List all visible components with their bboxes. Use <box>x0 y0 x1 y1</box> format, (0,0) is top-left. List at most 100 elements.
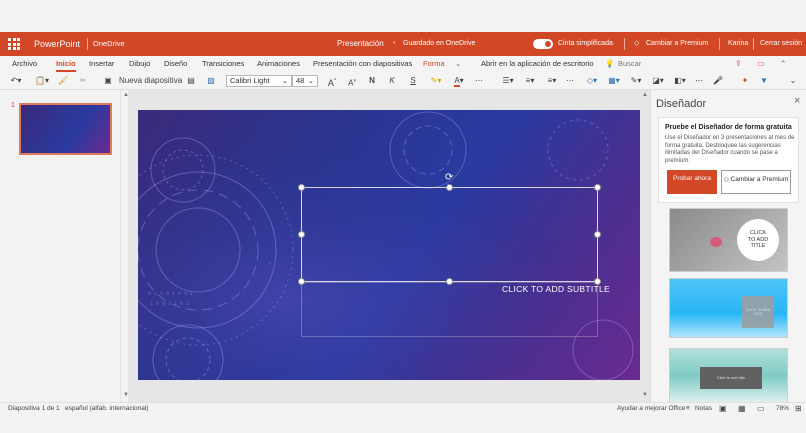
close-icon[interactable]: × <box>794 95 800 107</box>
scroll-up-icon[interactable]: ▲ <box>123 92 129 98</box>
promo-card: Pruebe el Diseñador de forma gratuita Us… <box>658 117 799 203</box>
canvas-scroll-down-icon[interactable]: ▼ <box>642 392 648 398</box>
picture-icon[interactable]: ▨ <box>205 74 217 88</box>
shapes-icon[interactable]: ◇▾ <box>584 74 600 88</box>
resize-handle[interactable] <box>298 184 305 191</box>
reading-view-icon[interactable]: ▭ <box>757 403 765 415</box>
diamond-icon: ◇ <box>634 40 640 47</box>
slide[interactable]: 0 1 1 0 1 0 0 1 1 0 0 1 1 0 1 > CLICK TO… <box>138 110 640 380</box>
feedback-link[interactable]: Ayudar a mejorar Office <box>617 403 685 415</box>
shape-outline-icon[interactable]: ✎▾ <box>628 74 644 88</box>
open-desktop-app[interactable]: Abrir en la aplicación de escritorio <box>481 56 594 72</box>
layout-icon[interactable]: ▤ <box>185 74 197 88</box>
highlight-icon[interactable]: ✎▾ <box>428 74 444 88</box>
font-size-input[interactable]: 48 ⌄ <box>292 75 318 87</box>
dictate-icon[interactable]: 🎤 <box>712 74 724 88</box>
tab-inicio[interactable]: Inicio <box>56 56 76 72</box>
onedrive-link[interactable]: OneDrive <box>93 32 125 56</box>
italic-button[interactable]: K <box>387 74 397 88</box>
tab-forma[interactable]: Forma <box>423 56 445 72</box>
tab-dibujo[interactable]: Dibujo <box>129 56 150 72</box>
signout-link[interactable]: Cerrar sesión <box>760 32 802 56</box>
font-color-icon[interactable]: A▾ <box>451 74 467 88</box>
underline-button[interactable]: S <box>408 74 418 88</box>
chevron-down-icon[interactable]: ⌄ <box>455 56 461 72</box>
promo-title: Pruebe el Diseñador de forma gratuita <box>665 124 792 131</box>
design-idea-1[interactable]: CLICK TO ADD TITLE <box>669 208 788 272</box>
tab-insertar[interactable]: Insertar <box>89 56 114 72</box>
upgrade-premium-button[interactable]: ◇ Cambiar a Premium <box>721 170 791 194</box>
comment-icon[interactable]: ▼ <box>757 74 771 88</box>
slide-thumbnail-pane: 1 <box>0 90 118 402</box>
tab-animaciones[interactable]: Animaciones <box>257 56 300 72</box>
search-tell-me[interactable]: Buscar <box>618 56 641 72</box>
more-font-icon[interactable]: ⋯ <box>474 74 484 88</box>
ribbon-more-icon[interactable]: ⌃ <box>780 56 786 72</box>
resize-handle[interactable] <box>446 278 453 285</box>
shape-fill-icon[interactable]: ◪▾ <box>650 74 666 88</box>
paste-icon[interactable]: 📋▾ <box>35 74 49 88</box>
quick-styles-icon[interactable]: ◧▾ <box>672 74 688 88</box>
user-name[interactable]: Karina <box>728 32 748 56</box>
promo-text: Use el Diseñador en 3 presentaciones al … <box>665 135 795 164</box>
app-launcher-icon[interactable] <box>8 38 20 50</box>
design-idea-3[interactable]: Click to add title <box>669 348 788 404</box>
designer-button-icon[interactable]: ✦ <box>738 74 752 88</box>
designer-title: Diseñador <box>656 98 707 110</box>
font-decrease-button[interactable]: Av <box>346 74 358 88</box>
font-name-input[interactable]: Calibri Light ⌄ <box>226 75 292 87</box>
toolbar-overflow-icon[interactable]: ⌄ <box>786 74 800 88</box>
format-painter-icon[interactable]: 🖌 <box>58 74 68 88</box>
language-indicator[interactable]: español (alfab. internacional) <box>65 403 148 415</box>
resize-handle[interactable] <box>446 184 453 191</box>
more-paragraph-icon[interactable]: ⋯ <box>565 74 575 88</box>
fit-slide-icon[interactable]: ⊞ <box>795 403 802 415</box>
tab-archivo[interactable]: Archivo <box>12 56 37 72</box>
scroll-down-icon[interactable]: ▼ <box>123 392 129 398</box>
simplified-ribbon-toggle[interactable] <box>533 39 553 49</box>
undo-icon[interactable]: ↶▾ <box>9 74 23 88</box>
resize-handle[interactable] <box>594 231 601 238</box>
font-increase-button[interactable]: A^ <box>326 74 338 88</box>
thumbnail-scrollbar[interactable] <box>120 90 128 402</box>
zoom-level[interactable]: 78% <box>776 403 789 415</box>
try-now-button[interactable]: Probar ahora <box>667 170 717 194</box>
slide-thumbnail[interactable] <box>19 103 112 155</box>
tab-presentacion[interactable]: Presentación con diapositivas <box>313 56 412 72</box>
align-icon[interactable]: ≡▾ <box>544 74 560 88</box>
title-placeholder[interactable] <box>301 187 598 282</box>
notes-button[interactable]: Notas <box>695 403 712 415</box>
app-name[interactable]: PowerPoint <box>34 32 80 56</box>
comments-icon[interactable]: ▭ <box>757 56 765 72</box>
more-drawing-icon[interactable]: ⋯ <box>694 74 704 88</box>
simplified-ribbon-label: Cinta simplificada <box>558 40 613 47</box>
sorter-view-icon[interactable]: ▦ <box>738 403 746 415</box>
upgrade-premium-link[interactable]: Cambiar a Premium <box>646 32 708 56</box>
bold-button[interactable]: N <box>367 74 377 88</box>
new-slide-icon[interactable]: ▣ <box>103 74 113 88</box>
new-slide-button[interactable]: Nueva diapositiva <box>119 74 182 88</box>
document-title[interactable]: Presentación <box>337 32 384 56</box>
svg-text:1 0 0 1 1 0 1: 1 0 0 1 1 0 1 <box>150 301 189 307</box>
tab-transiciones[interactable]: Transiciones <box>202 56 244 72</box>
design-2-title: CLICK TO ADD TITLE <box>742 296 774 328</box>
resize-handle[interactable] <box>298 231 305 238</box>
cut-icon[interactable]: ✂ <box>78 74 88 88</box>
share-icon[interactable]: ⇪ <box>735 56 742 72</box>
subtitle-placeholder[interactable]: CLICK TO ADD SUBTITLE <box>502 284 610 294</box>
resize-handle[interactable] <box>594 278 601 285</box>
ribbon-toolbar: ↶▾ 📋▾ 🖌 ✂ ▣ Nueva diapositiva ▤ ▨ Calibr… <box>0 72 806 90</box>
save-status[interactable]: Guardado en OneDrive <box>403 32 475 56</box>
numbering-icon[interactable]: ≡▾ <box>522 74 538 88</box>
rotate-handle-icon[interactable]: ⟳ <box>445 172 453 183</box>
powerpoint-window: { "titlebar":{"app_name":"PowerPoint","s… <box>0 0 806 433</box>
canvas-scroll-up-icon[interactable]: ▲ <box>642 92 648 98</box>
resize-handle[interactable] <box>298 278 305 285</box>
normal-view-icon[interactable]: ▣ <box>719 403 727 415</box>
design-idea-2[interactable]: CLICK TO ADD TITLE <box>669 278 788 338</box>
tab-diseno[interactable]: Diseño <box>164 56 187 72</box>
design-3-title: Click to add title <box>700 367 762 389</box>
arrange-icon[interactable]: ▦▾ <box>606 74 622 88</box>
resize-handle[interactable] <box>594 184 601 191</box>
bullets-icon[interactable]: ☰▾ <box>500 74 516 88</box>
